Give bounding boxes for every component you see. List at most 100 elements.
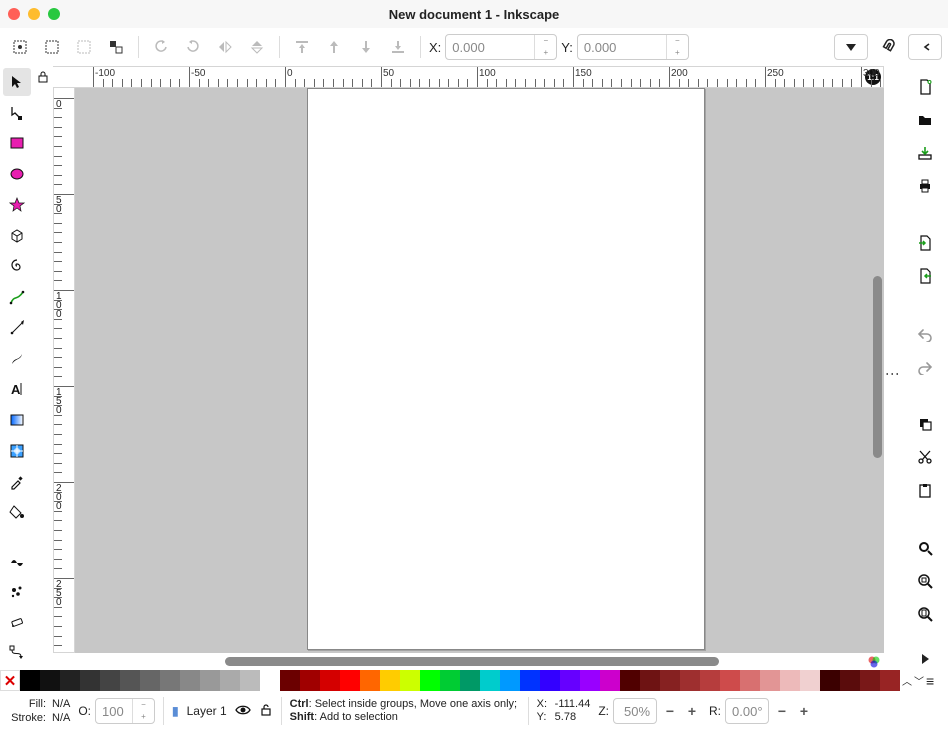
- spiral-tool[interactable]: [3, 253, 31, 281]
- vertical-scrollbar[interactable]: [871, 88, 884, 653]
- y-input-spinbox[interactable]: −+: [577, 34, 689, 60]
- guides-lock-icon[interactable]: [33, 66, 53, 88]
- color-swatch[interactable]: [300, 670, 320, 691]
- rotate-left-button[interactable]: −: [773, 702, 791, 720]
- color-swatch[interactable]: [620, 670, 640, 691]
- rotate-right-button[interactable]: +: [795, 702, 813, 720]
- snap-options-menu[interactable]: [908, 34, 942, 60]
- rotate-cw-icon[interactable]: [179, 35, 207, 59]
- dock-handle[interactable]: ⋮: [884, 66, 902, 670]
- color-swatch[interactable]: [120, 670, 140, 691]
- cut-icon[interactable]: [913, 447, 937, 468]
- color-swatch[interactable]: [580, 670, 600, 691]
- paint-bucket-tool[interactable]: [3, 499, 31, 527]
- color-swatch[interactable]: [80, 670, 100, 691]
- zoom-selection-icon[interactable]: [913, 537, 937, 558]
- flip-horizontal-icon[interactable]: [211, 35, 239, 59]
- vertical-ruler[interactable]: 050100150200250: [53, 88, 75, 653]
- save-document-icon[interactable]: [913, 142, 937, 163]
- print-icon[interactable]: [913, 175, 937, 196]
- color-swatch[interactable]: [280, 670, 300, 691]
- color-swatch[interactable]: [420, 670, 440, 691]
- color-swatch[interactable]: [680, 670, 700, 691]
- color-swatch[interactable]: [520, 670, 540, 691]
- color-swatch[interactable]: [140, 670, 160, 691]
- snap-toggle-icon[interactable]: [874, 35, 902, 59]
- color-swatch[interactable]: [200, 670, 220, 691]
- raise-top-icon[interactable]: [288, 35, 316, 59]
- color-swatch[interactable]: [700, 670, 720, 691]
- color-swatch[interactable]: [260, 670, 280, 691]
- zoom-spinbox[interactable]: [613, 698, 657, 724]
- x-step-up[interactable]: +: [535, 47, 556, 59]
- close-window-button[interactable]: [8, 8, 20, 20]
- color-swatch[interactable]: [20, 670, 40, 691]
- horizontal-scrollbar-thumb[interactable]: [225, 657, 719, 666]
- redo-icon[interactable]: [913, 356, 937, 377]
- tweak-tool[interactable]: [3, 547, 31, 575]
- node-tool[interactable]: [3, 99, 31, 127]
- y-step-down[interactable]: −: [667, 35, 688, 47]
- color-swatch[interactable]: [440, 670, 460, 691]
- calligraphy-tool[interactable]: [3, 345, 31, 373]
- color-swatch[interactable]: [660, 670, 680, 691]
- rotation-spinbox[interactable]: [725, 698, 769, 724]
- color-swatch[interactable]: [40, 670, 60, 691]
- color-swatch[interactable]: [780, 670, 800, 691]
- color-swatch[interactable]: [60, 670, 80, 691]
- opacity-step-up[interactable]: +: [133, 711, 154, 723]
- command-bar-more-icon[interactable]: [913, 649, 937, 670]
- opacity-input[interactable]: [96, 699, 132, 723]
- color-swatch[interactable]: [540, 670, 560, 691]
- color-swatch[interactable]: [480, 670, 500, 691]
- color-swatch[interactable]: [800, 670, 820, 691]
- rotation-input[interactable]: [726, 699, 768, 723]
- pencil-tool[interactable]: [3, 283, 31, 311]
- layer-visibility-icon[interactable]: [235, 704, 251, 719]
- flip-vertical-icon[interactable]: [243, 35, 271, 59]
- color-management-icon[interactable]: [864, 653, 884, 670]
- horizontal-scrollbar[interactable]: [75, 653, 864, 670]
- x-step-down[interactable]: −: [535, 35, 556, 47]
- x-input[interactable]: [446, 35, 534, 59]
- color-swatch[interactable]: [760, 670, 780, 691]
- color-swatch[interactable]: [840, 670, 860, 691]
- vertical-scrollbar-thumb[interactable]: [873, 276, 882, 458]
- open-document-icon[interactable]: [913, 109, 937, 130]
- no-fill-swatch[interactable]: ✕: [0, 670, 20, 691]
- color-swatch[interactable]: [880, 670, 900, 691]
- color-swatch[interactable]: [220, 670, 240, 691]
- select-all-icon[interactable]: [38, 35, 66, 59]
- star-tool[interactable]: [3, 191, 31, 219]
- palette-menu-icon[interactable]: ≡: [926, 673, 934, 689]
- color-swatch[interactable]: [860, 670, 880, 691]
- color-swatch[interactable]: [400, 670, 420, 691]
- raise-icon[interactable]: [320, 35, 348, 59]
- zoom-page-icon[interactable]: [913, 604, 937, 625]
- paste-icon[interactable]: [913, 480, 937, 501]
- maximize-window-button[interactable]: [48, 8, 60, 20]
- y-input[interactable]: [578, 35, 666, 59]
- rotate-ccw-icon[interactable]: [147, 35, 175, 59]
- text-tool[interactable]: A: [3, 376, 31, 404]
- invert-selection-icon[interactable]: [102, 35, 130, 59]
- lower-icon[interactable]: [352, 35, 380, 59]
- palette-scroll-up-icon[interactable]: ︿: [902, 673, 912, 688]
- color-swatch[interactable]: [360, 670, 380, 691]
- opacity-spinbox[interactable]: −+: [95, 698, 155, 724]
- color-swatch[interactable]: [180, 670, 200, 691]
- color-swatch[interactable]: [560, 670, 580, 691]
- color-swatch[interactable]: [600, 670, 620, 691]
- export-icon[interactable]: [913, 266, 937, 287]
- color-swatch[interactable]: [380, 670, 400, 691]
- zoom-in-button[interactable]: +: [683, 702, 701, 720]
- color-swatch[interactable]: [460, 670, 480, 691]
- horizontal-ruler[interactable]: 1:1 -100-50050100150200250300: [53, 66, 884, 88]
- minimize-window-button[interactable]: [28, 8, 40, 20]
- color-swatch[interactable]: [500, 670, 520, 691]
- zoom-input[interactable]: [614, 699, 656, 723]
- eraser-tool[interactable]: [3, 609, 31, 637]
- zoom-out-button[interactable]: −: [661, 702, 679, 720]
- canvas-viewport[interactable]: [75, 88, 884, 653]
- current-layer-name[interactable]: Layer 1: [187, 704, 227, 718]
